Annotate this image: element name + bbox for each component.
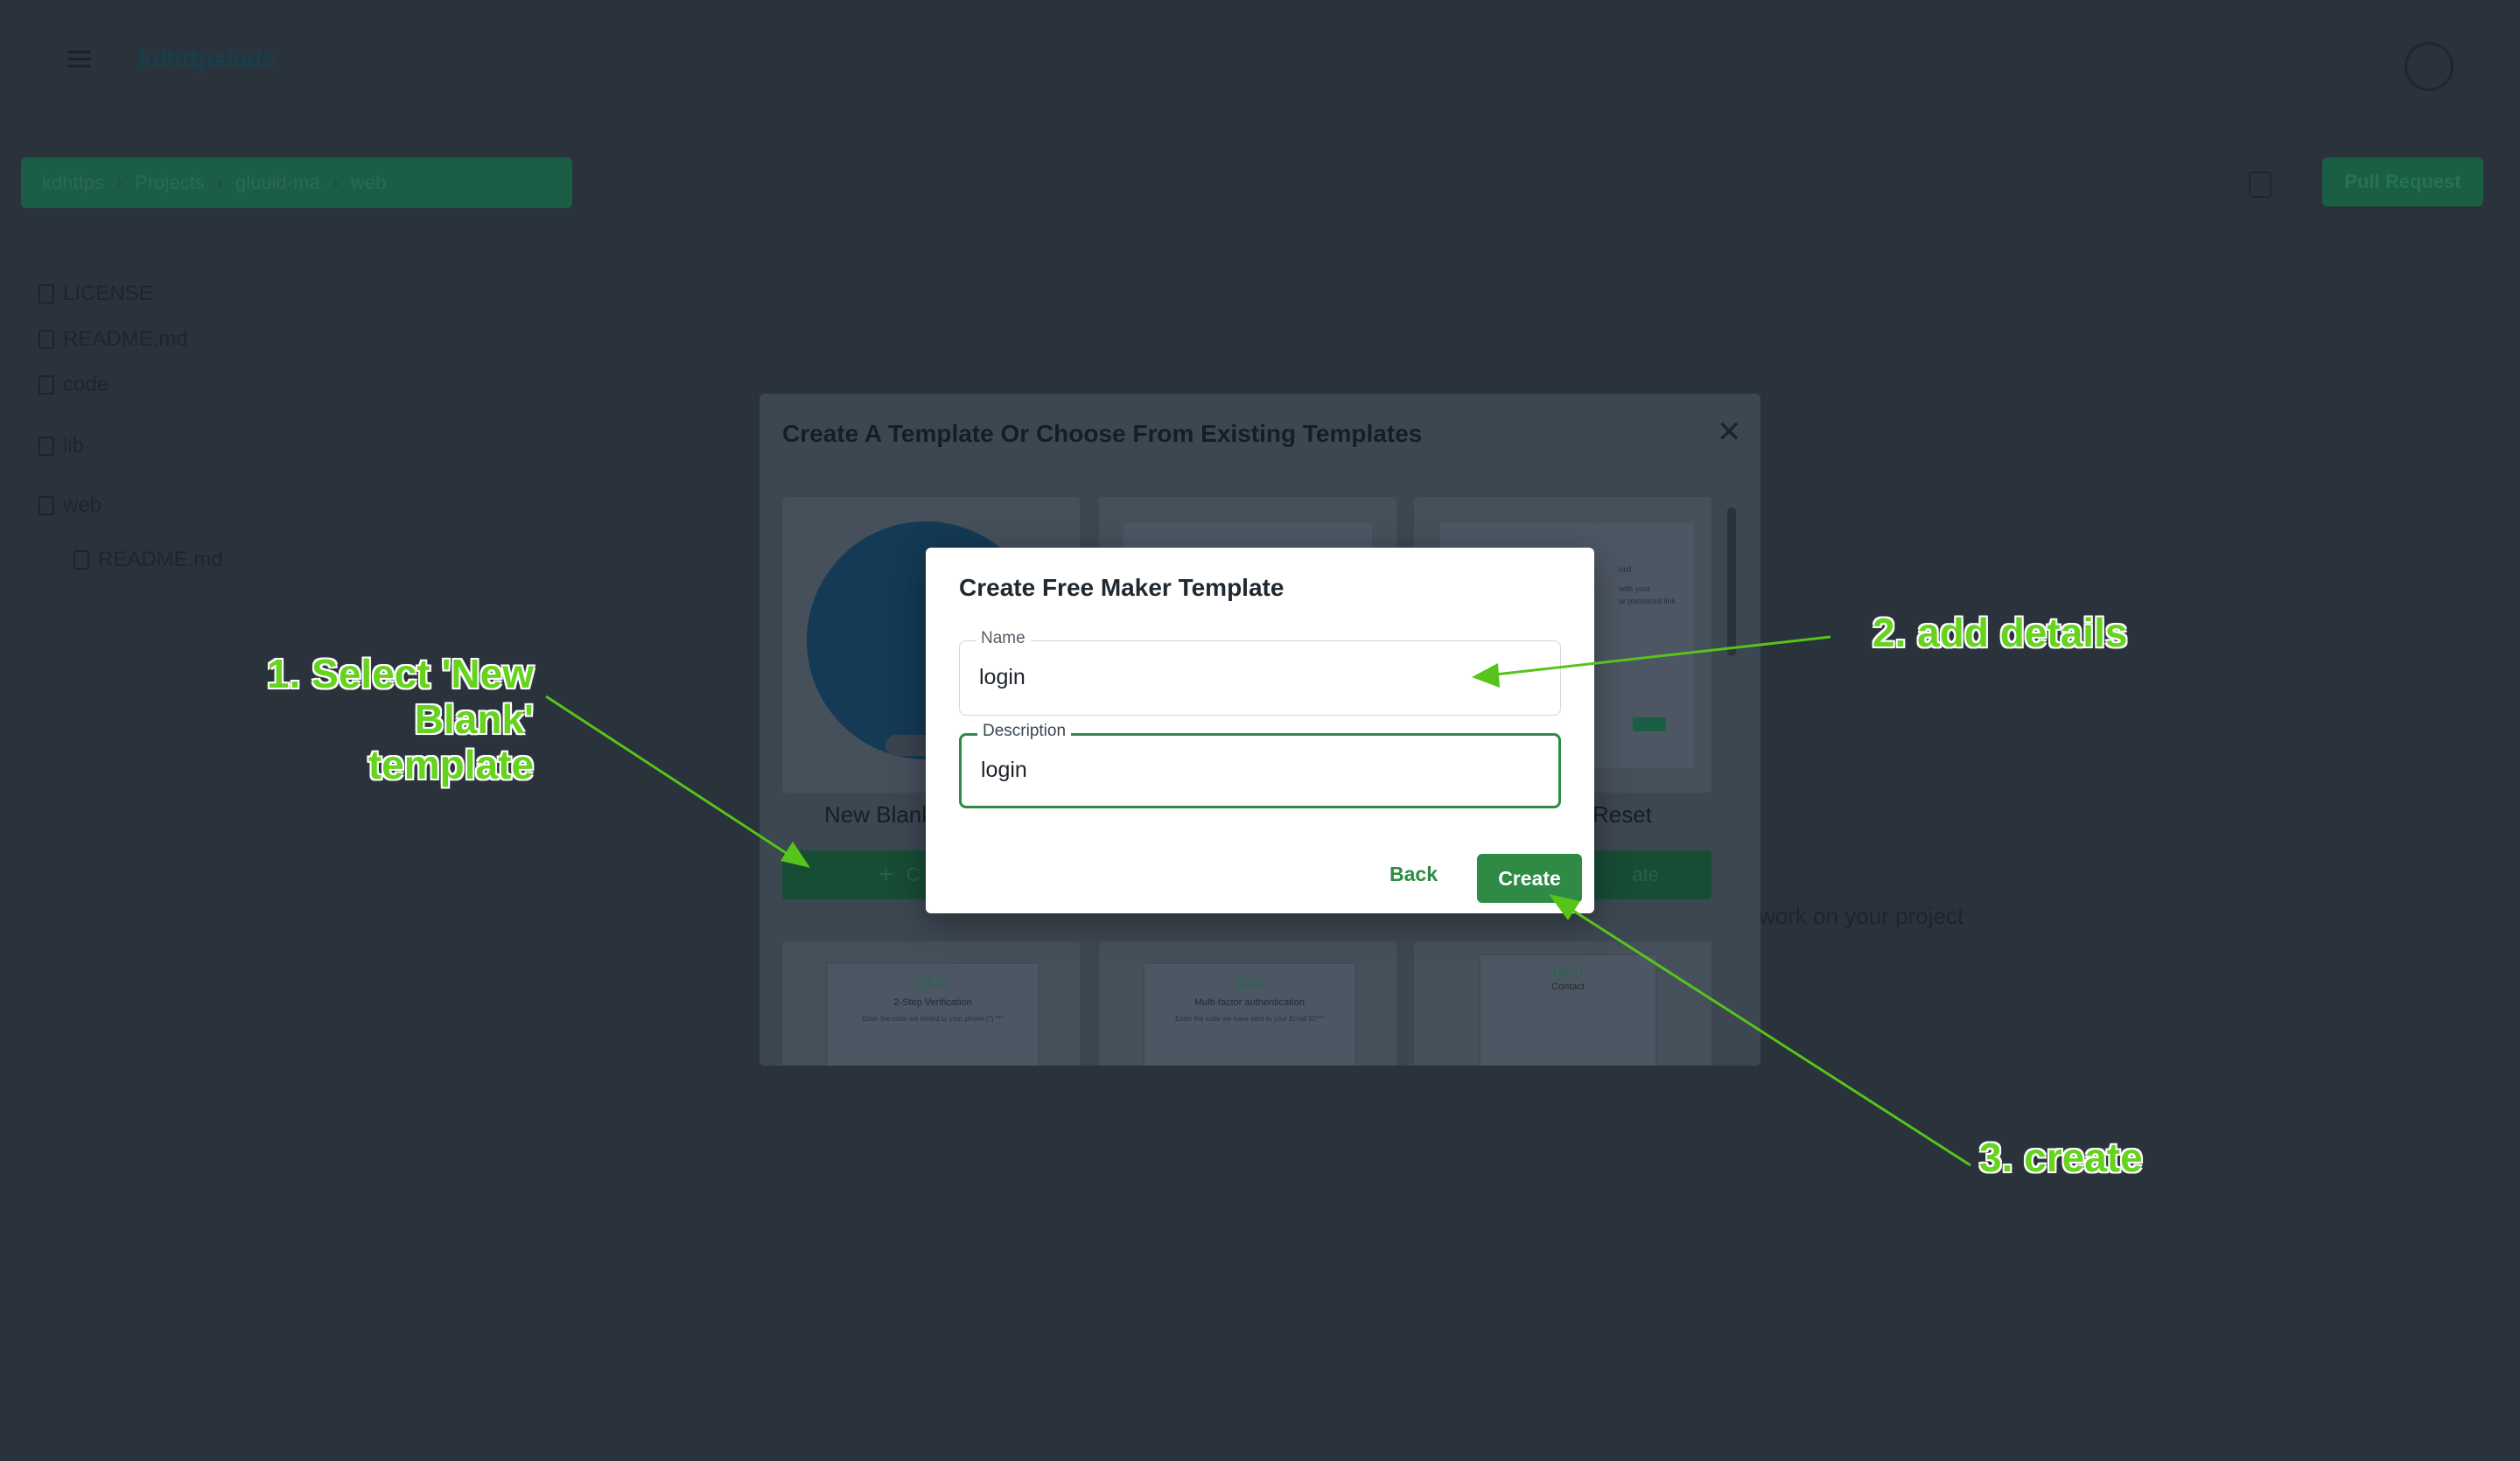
preview-text: ord <box>1619 565 1632 575</box>
name-label: Name <box>976 629 1031 648</box>
pull-request-button[interactable]: Pull Request <box>2322 157 2483 206</box>
description-field[interactable]: Description <box>959 722 1561 808</box>
thumbnail-subtitle: Enter the code we texted to your phone (… <box>862 1015 1004 1023</box>
template-card[interactable]: gluu 2-Step Verification Enter the code … <box>782 941 1080 1066</box>
breadcrumb-item[interactable]: Projects <box>135 171 204 194</box>
file-label: LICENSE <box>63 282 153 305</box>
folder-icon <box>38 437 54 456</box>
chevron-right-icon: › <box>116 171 123 193</box>
close-icon[interactable]: ✕ <box>1717 415 1742 450</box>
annotation-text: 1. Select 'New Blank' <box>267 651 534 742</box>
repo-title[interactable]: kdhttps/ads <box>138 45 276 73</box>
folder-label: web <box>63 493 102 517</box>
file-label: README.md <box>98 548 223 571</box>
dialog-title: Create Free Maker Template <box>959 574 1284 601</box>
folder-icon <box>38 375 54 395</box>
template-thumbnail: gluu Multi-factor authentication Enter t… <box>1143 962 1356 1066</box>
template-card[interactable]: gluu Contact <box>1414 941 1712 1066</box>
folder-item[interactable]: lib <box>38 434 84 458</box>
button-label: C <box>906 863 920 885</box>
breadcrumb-item[interactable]: gluuid-ma <box>235 171 320 194</box>
button-label: ate <box>1632 863 1659 885</box>
annotation-step-2: 2. add details <box>1872 610 2128 655</box>
preview-text: with your <box>1619 584 1651 593</box>
breadcrumb: kdhttps › Projects › gluuid-ma › web <box>21 157 572 208</box>
name-field[interactable]: Name <box>959 629 1561 716</box>
thumbnail-title: 2-Step Verification <box>893 997 972 1008</box>
file-icon <box>38 284 54 304</box>
file-item[interactable]: README.md <box>74 548 223 572</box>
create-button[interactable]: Create <box>1477 854 1582 903</box>
file-icon <box>38 330 54 349</box>
folder-item[interactable]: web <box>38 493 102 518</box>
modal-title: Create A Template Or Choose From Existin… <box>782 420 1423 447</box>
thumbnail-subtitle: Enter the code we have sent to your Emai… <box>1175 1015 1324 1023</box>
description-label: Description <box>977 722 1072 741</box>
brand-logo: gluu <box>1552 962 1584 980</box>
template-card-label: Reset <box>1592 801 1652 828</box>
annotation-step-1: 1. Select 'New Blank' template <box>158 651 534 787</box>
name-input[interactable] <box>979 665 1539 690</box>
background-hint: work on your project <box>1759 903 1964 929</box>
thumbnail-title: Multi-factor authentication <box>1194 997 1305 1008</box>
template-card[interactable]: gluu Multi-factor authentication Enter t… <box>1099 941 1396 1066</box>
lock-icon[interactable] <box>2249 171 2272 198</box>
template-card-label: New Blank <box>824 801 934 828</box>
folder-label: code <box>63 373 109 396</box>
back-button[interactable]: Back <box>1390 863 1438 886</box>
annotation-step-3: 3. create <box>1979 1135 2143 1180</box>
preview-button <box>1633 717 1666 731</box>
folder-label: lib <box>63 434 85 458</box>
annotation-text: template <box>368 742 534 787</box>
brand-logo: gluu <box>1234 973 1265 990</box>
chevron-right-icon: › <box>332 171 340 193</box>
file-item[interactable]: LICENSE <box>38 282 153 306</box>
folder-icon <box>38 496 54 515</box>
description-input[interactable] <box>981 758 1541 783</box>
breadcrumb-item[interactable]: web <box>351 171 386 194</box>
thumbnail-title: Contact <box>1551 982 1585 992</box>
user-avatar-icon[interactable] <box>2404 42 2454 91</box>
preview-text: ur password link <box>1619 597 1676 605</box>
chevron-right-icon: › <box>216 171 224 193</box>
folder-item[interactable]: code <box>38 373 108 397</box>
breadcrumb-item[interactable]: kdhttps <box>42 171 104 194</box>
file-label: README.md <box>63 327 188 351</box>
plus-icon: + <box>878 860 894 889</box>
menu-icon[interactable] <box>68 51 91 68</box>
create-template-dialog: Create Free Maker Template Name Descript… <box>926 548 1594 913</box>
brand-logo: gluu <box>917 973 948 990</box>
template-thumbnail: gluu Contact <box>1479 954 1657 1066</box>
file-item[interactable]: README.md <box>38 327 188 352</box>
scrollbar[interactable] <box>1727 507 1736 656</box>
template-thumbnail: gluu 2-Step Verification Enter the code … <box>826 962 1040 1066</box>
file-icon <box>74 550 89 570</box>
